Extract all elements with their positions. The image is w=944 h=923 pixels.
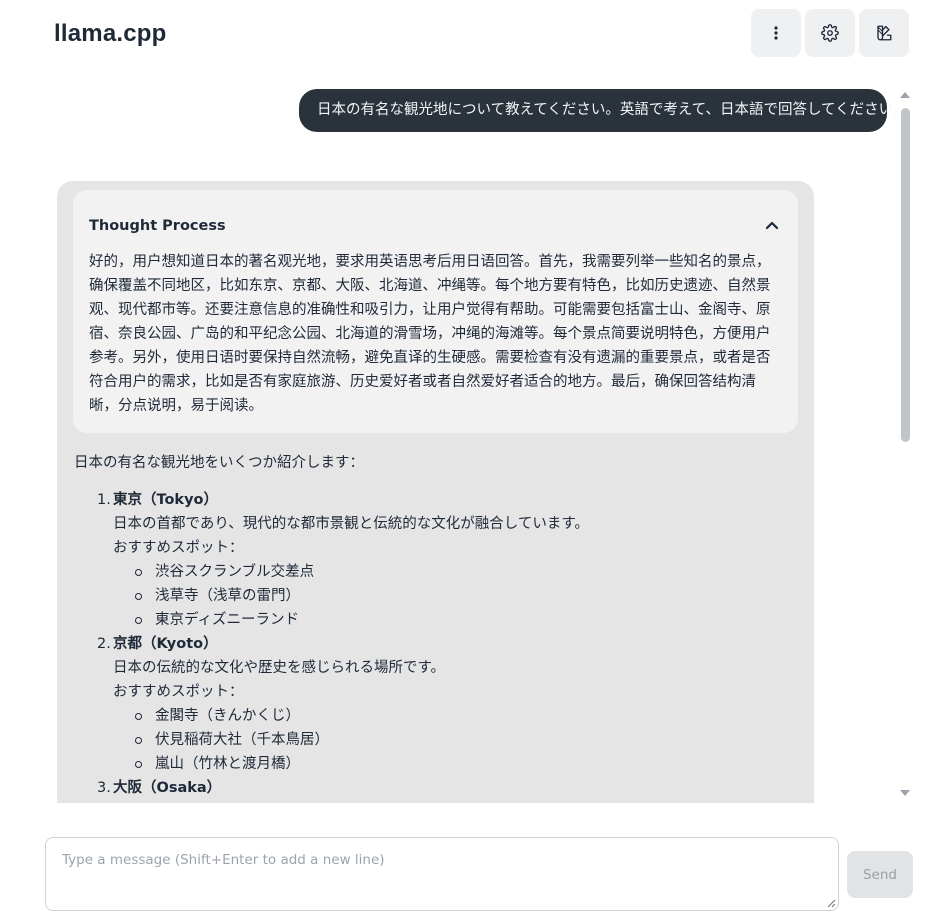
- scrollbar-thumb[interactable]: [901, 108, 910, 442]
- list-number: 2.: [97, 636, 111, 652]
- thought-process-text: 好的，用户想知道日本的著名观光地，要求用英语思考后用日语回答。首先，我需要列举一…: [89, 254, 771, 414]
- spot-name: 金閣寺（きんかくじ）: [155, 708, 300, 724]
- list-number: 1.: [97, 492, 111, 508]
- circle-bullet-icon: [135, 736, 142, 744]
- list-item: 渋谷スクランブル交差点: [97, 560, 777, 584]
- list-item: 3. 大阪（Osaka）: [97, 776, 777, 800]
- thought-process-panel: Thought Process 好的，用户想知道日本的著名观光地，要求用英语思考…: [73, 190, 798, 433]
- circle-bullet-icon: [135, 712, 142, 720]
- settings-button[interactable]: [805, 9, 855, 57]
- chevron-up-icon[interactable]: [765, 220, 779, 230]
- list-item: 浅草寺（浅草の雷門）: [97, 584, 777, 608]
- place-description: 日本の首都であり、現代的な都市景観と伝統的な文化が融合しています。: [113, 516, 589, 532]
- theme-button[interactable]: [859, 9, 909, 57]
- recommendations-label: おすすめスポット：: [113, 684, 244, 700]
- spot-name: 嵐山（竹林と渡月橋）: [155, 756, 300, 772]
- circle-bullet-icon: [135, 568, 142, 576]
- place-name: 大阪（Osaka）: [113, 780, 222, 796]
- app-root: llama.cpp 日本の有名な観光地について教えてください。英語で考えて、日本…: [0, 0, 944, 923]
- palette-icon: [877, 25, 892, 41]
- spot-name: 渋谷スクランブル交差点: [155, 564, 315, 580]
- answer-intro: 日本の有名な観光地をいくつか紹介します：: [74, 455, 364, 471]
- list-number: 3.: [97, 780, 111, 796]
- gear-icon: [821, 24, 839, 42]
- list-item: 金閣寺（きんかくじ）: [97, 704, 777, 728]
- place-name: 東京（Tokyo）: [113, 492, 218, 508]
- list-item: 東京ディズニーランド: [97, 608, 777, 632]
- scroll-down-arrow-icon[interactable]: [900, 790, 910, 796]
- list-item: 1. 東京（Tokyo） 日本の首都であり、現代的な都市景観と伝統的な文化が融合…: [97, 488, 777, 632]
- spot-name: 東京ディズニーランド: [155, 612, 299, 628]
- list-item: 嵐山（竹林と渡月橋）: [97, 752, 777, 776]
- list-item: 伏見稲荷大社（千本鳥居）: [97, 728, 777, 752]
- send-button[interactable]: Send: [847, 851, 913, 898]
- recommendations-label: おすすめスポット：: [113, 540, 244, 556]
- places-list: 1. 東京（Tokyo） 日本の首都であり、現代的な都市景観と伝統的な文化が融合…: [97, 488, 777, 800]
- thought-process-toggle[interactable]: Thought Process: [89, 218, 226, 234]
- message-input[interactable]: [45, 837, 839, 911]
- place-description: 日本の伝統的な文化や歴史を感じられる場所です。: [113, 660, 446, 676]
- list-item: 2. 京都（Kyoto） 日本の伝統的な文化や歴史を感じられる場所です。 おすす…: [97, 632, 777, 776]
- spot-name: 浅草寺（浅草の雷門）: [155, 588, 300, 604]
- resize-handle-icon[interactable]: [826, 898, 836, 908]
- circle-bullet-icon: [135, 616, 142, 624]
- vertical-dots-icon: [774, 26, 778, 40]
- place-name: 京都（Kyoto）: [113, 636, 218, 652]
- spot-name: 伏見稲荷大社（千本鳥居）: [155, 732, 329, 748]
- circle-bullet-icon: [135, 760, 142, 768]
- more-options-button[interactable]: [751, 9, 801, 57]
- assistant-message-bubble: Thought Process 好的，用户想知道日本的著名观光地，要求用英语思考…: [57, 181, 814, 803]
- user-message-bubble: 日本の有名な観光地について教えてください。英語で考えて、日本語で回答してください…: [299, 89, 908, 132]
- circle-bullet-icon: [135, 592, 142, 600]
- app-title: llama.cpp: [54, 20, 167, 47]
